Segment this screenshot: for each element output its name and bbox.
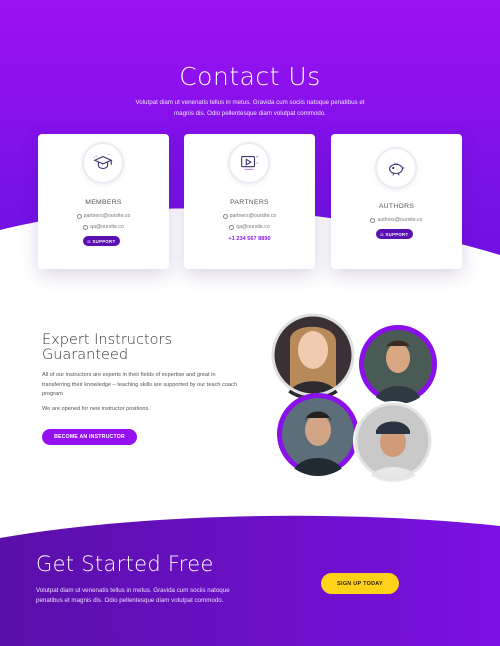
partners-card: PARTNERS partners@oursite.co qa@oursite.… xyxy=(184,134,315,269)
headset-icon: ◘ xyxy=(380,231,384,237)
email-text[interactable]: authors@oursite.co xyxy=(377,217,422,223)
graduation-cap-icon xyxy=(82,142,124,184)
card-email[interactable]: qa@oursite.co xyxy=(38,224,169,230)
mail-icon xyxy=(83,224,89,230)
card-email[interactable]: partners@oursite.co xyxy=(184,213,315,219)
email-text[interactable]: qa@oursite.co xyxy=(90,224,124,230)
button-label: SUPPORT xyxy=(385,231,409,237)
section-title: Expert Instructors Guaranteed xyxy=(42,333,242,363)
support-button[interactable]: ◘ SUPPORT xyxy=(83,236,120,246)
card-title: PARTNERS xyxy=(230,199,269,206)
email-text[interactable]: partners@oursite.co xyxy=(84,213,131,219)
mail-icon xyxy=(229,224,235,230)
get-started-subtitle: Volutpat diam ut venenatis tellus in met… xyxy=(36,587,230,605)
mail-icon xyxy=(370,217,376,223)
become-instructor-button[interactable]: BECOME AN INSTRUCTOR xyxy=(42,429,137,445)
card-email[interactable]: partners@oursite.co xyxy=(38,213,169,219)
avatar-instructor-1 xyxy=(269,311,357,400)
avatar-instructor-4 xyxy=(353,401,433,482)
card-title: MEMBERS xyxy=(85,199,122,206)
video-play-icon xyxy=(228,142,270,184)
page-subtitle: Volutpat diam ut venenatis tellus in met… xyxy=(135,99,365,117)
title-line: Guaranteed xyxy=(42,347,129,363)
avatar-instructor-2 xyxy=(359,325,437,404)
email-text[interactable]: partners@oursite.co xyxy=(230,213,277,219)
get-started-title: Get Started Free xyxy=(36,552,214,576)
piggy-bank-icon xyxy=(375,147,417,189)
headset-icon: ◘ xyxy=(87,238,91,244)
members-card: MEMBERS partners@oursite.co qa@oursite.c… xyxy=(38,134,169,269)
mail-icon xyxy=(76,213,82,219)
mail-icon xyxy=(222,213,228,219)
support-button[interactable]: ◘ SUPPORT xyxy=(376,229,413,239)
sign-up-button[interactable]: SIGN UP TODAY xyxy=(321,573,399,594)
page-title: Contact Us xyxy=(179,62,321,91)
section-note: We are opened for new instructor positio… xyxy=(42,406,150,412)
card-email[interactable]: qa@oursite.co xyxy=(184,224,315,230)
avatar-instructor-3 xyxy=(277,393,359,476)
email-text[interactable]: qa@oursite.co xyxy=(236,224,270,230)
section-text: All of our instructors are experts in th… xyxy=(42,372,237,398)
phone-number[interactable]: +1 234 567 8890 xyxy=(184,236,315,242)
card-email[interactable]: authors@oursite.co xyxy=(331,217,462,223)
card-title: AUTHORS xyxy=(378,203,415,210)
button-label: SUPPORT xyxy=(92,238,116,244)
authors-card: AUTHORS authors@oursite.co ◘ SUPPORT xyxy=(331,134,462,269)
title-line: Expert Instructors xyxy=(42,332,173,348)
